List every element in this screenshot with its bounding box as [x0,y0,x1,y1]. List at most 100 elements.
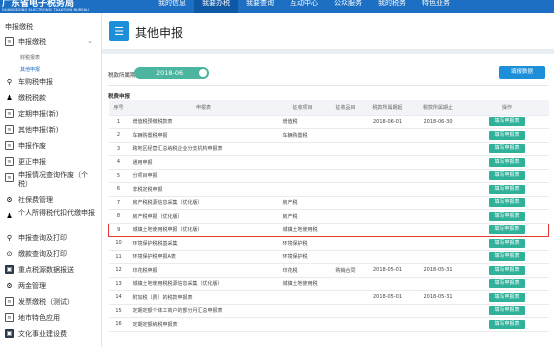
menu-icon: ≡ [5,141,14,150]
fill-form-button[interactable]: 填写申报表 [489,144,525,154]
table-cell: 印花税申报 [128,263,279,278]
menu-icon: ⚲ [6,233,13,242]
table-cell: 2018-05-31 [410,263,466,278]
menu-icon: ≡ [5,109,14,118]
table-cell: 7 [108,196,129,210]
sidebar-item[interactable]: ≡ 申报缴税 ⌄ [0,35,101,49]
table-cell [364,155,411,170]
fill-form-button[interactable]: 填写申报表 [489,238,525,248]
sidebar-item-label: 地市特色应用 [18,314,60,322]
fill-form-button[interactable]: 填写申报表 [489,252,525,262]
table-cell: 定期定额个体工商户的部分月汇总申报表 [128,304,279,318]
sidebar-item-label: 申报作废 [18,142,46,150]
table-cell [278,182,327,197]
sidebar-item-label: 其他申报(新) [18,126,59,134]
menu-icon: ≡ [5,297,14,306]
operation-cell: 填写申报表 [465,317,549,332]
table-row: 11 环境保护税申报A表 环境保护税 填写申报表 [108,250,549,264]
table-cell [326,182,365,197]
toggle-knob-icon [199,69,207,77]
sidebar-item[interactable]: ≡ 其他申报(新) [0,123,101,137]
top-nav-item[interactable]: 我的信息 [150,0,194,13]
top-nav-item[interactable]: 我的税务 [370,0,414,13]
sidebar-subitem[interactable]: 财税报表 [20,54,40,61]
table-row: 7 房产税税源信息采集（优化版） 房产税 填写申报表 [108,196,549,210]
table-cell: 车辆购置税申报 [128,128,279,143]
sidebar-item[interactable]: ⚲ 申报查询及打印 [0,231,101,245]
fill-form-button[interactable]: 填写申报表 [489,130,525,140]
sidebar-item[interactable]: ♟ 个人所得税代扣代缴申报 [0,209,101,229]
table-cell [410,128,466,143]
sidebar-item-label: 缴款查询及打印 [18,250,67,258]
column-header: 申报表 [128,100,279,116]
sidebar-item[interactable]: ⊙ 缴款查询及打印 [0,247,101,261]
fill-form-button[interactable]: 填写申报表 [489,184,525,194]
fill-form-button[interactable]: 填写申报表 [489,292,525,302]
table-cell: 12 [108,263,129,278]
table-cell [278,317,327,332]
sidebar-item[interactable]: ▣ 重点税源数据报送 [0,263,101,277]
menu-icon: ▣ [5,265,14,274]
operation-cell: 填写申报表 [465,290,549,305]
sidebar-item-label: 发票缴税（测试） [18,298,74,306]
table-cell [364,236,411,251]
table-cell [410,142,466,156]
fill-form-button[interactable]: 填写申报表 [489,198,525,208]
sidebar-item-label: 缴税税款 [18,94,46,102]
menu-icon: ⚲ [6,77,13,86]
top-nav-item[interactable]: 我要办税 [194,0,238,13]
period-selector[interactable]: 2018-06 [134,67,209,79]
top-nav-item[interactable]: 特色业务 [414,0,458,13]
fill-form-button[interactable]: 填写申报表 [489,157,525,167]
sidebar-item[interactable]: ≡ 申报情况查询作废（个税） [0,171,101,191]
sidebar-item[interactable]: ≡ 定期申报(新) [0,107,101,121]
table-cell [326,304,365,318]
top-nav-item[interactable]: 我要查询 [238,0,282,13]
sidebar-item[interactable]: ≡ 申报作废 [0,139,101,153]
top-nav-item[interactable]: 公众服务 [326,0,370,13]
column-header: 序号 [108,100,129,116]
table-cell: 1 [108,115,129,129]
table-cell: 16 [108,317,129,332]
operation-cell: 填写申报表 [465,142,549,156]
operation-cell: 填写申报表 [465,222,549,237]
fill-data-button[interactable]: 填报数据 [499,66,545,79]
sidebar-item[interactable]: ▣ 文化事业建设费 [0,327,101,341]
sidebar-item[interactable]: ≡ 更正申报 [0,155,101,169]
table-cell: 2 [108,128,129,143]
fill-form-button[interactable]: 填写申报表 [489,211,525,221]
table-cell [410,222,466,237]
table-cell: 非税定税申报 [128,182,279,197]
top-nav-item[interactable]: 互动中心 [282,0,326,13]
operation-cell: 填写申报表 [465,304,549,318]
sidebar-item[interactable]: ⚲ 车购税申报 [0,75,101,89]
fill-form-button[interactable]: 填写申报表 [489,171,525,181]
fill-form-button[interactable]: 填写申报表 [489,117,525,127]
sidebar-subitem[interactable]: 其他申报 [20,66,40,73]
sidebar-item-label: 更正申报 [18,158,46,166]
table-cell [326,128,365,143]
sidebar-item-label: 定期申报(新) [18,110,59,118]
fill-form-button[interactable]: 填写申报表 [489,319,525,329]
operation-cell: 填写申报表 [465,169,549,183]
sidebar-item[interactable]: ⚙ 社保费管理 [0,193,101,207]
table-header-row: 序号 申报表 征收项目 征收品目 税款所属期起 税款所属期止 操作 [108,100,549,116]
fill-form-button[interactable]: 填写申报表 [489,265,525,275]
table-cell: 附加税（费）的税款申报表 [128,290,279,305]
fill-form-button[interactable]: 填写申报表 [488,225,525,235]
table-cell: 4 [108,155,129,170]
sidebar-item[interactable]: ≡ 发票缴税（测试） [0,295,101,309]
column-header: 税款所属期止 [410,100,466,116]
divider [108,85,548,86]
sidebar-item[interactable]: ≡ 地市特色应用 [0,311,101,325]
sidebar-item[interactable]: ⚙ 两金管理 [0,279,101,293]
table-row: 13 城镇土地使用税税源信息采集（优化版） 城镇土地使用税 填写申报表 [108,277,549,291]
column-header: 税款所属期起 [364,100,411,116]
sidebar-item[interactable]: ♟ 缴税税款 [0,91,101,105]
table-cell: 增值税预缴税款表 [128,115,279,129]
fill-form-button[interactable]: 填写申报表 [489,306,525,316]
table-cell: 房产税申报（优化版） [128,209,279,224]
fill-form-button[interactable]: 填写申报表 [489,279,525,289]
table-row: 10 环境保护税税基采集 环境保护税 填写申报表 [108,236,549,251]
section-title: 税费申报 [108,94,131,100]
